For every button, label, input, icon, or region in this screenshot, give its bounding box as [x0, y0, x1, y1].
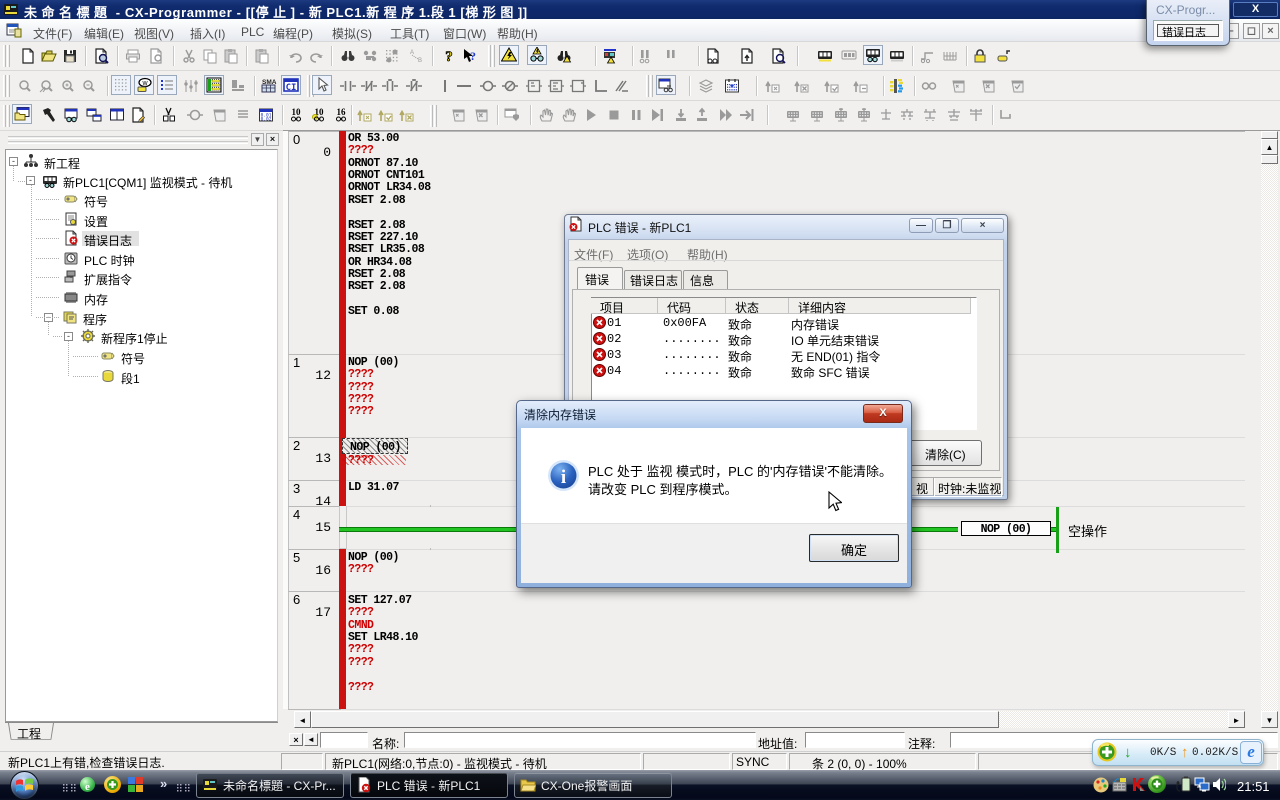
svg-text:?: ? [445, 49, 453, 64]
svg-text:0.02: 0.02 [261, 117, 272, 123]
svg-text:?: ? [470, 49, 476, 63]
svg-text:10: 10 [292, 107, 302, 117]
svg-text:i: i [561, 467, 566, 488]
svg-text:16: 16 [337, 107, 347, 117]
svg-text:B: B [418, 58, 422, 64]
svg-text:w: w [141, 80, 148, 87]
svg-text:CI: CI [286, 83, 297, 93]
